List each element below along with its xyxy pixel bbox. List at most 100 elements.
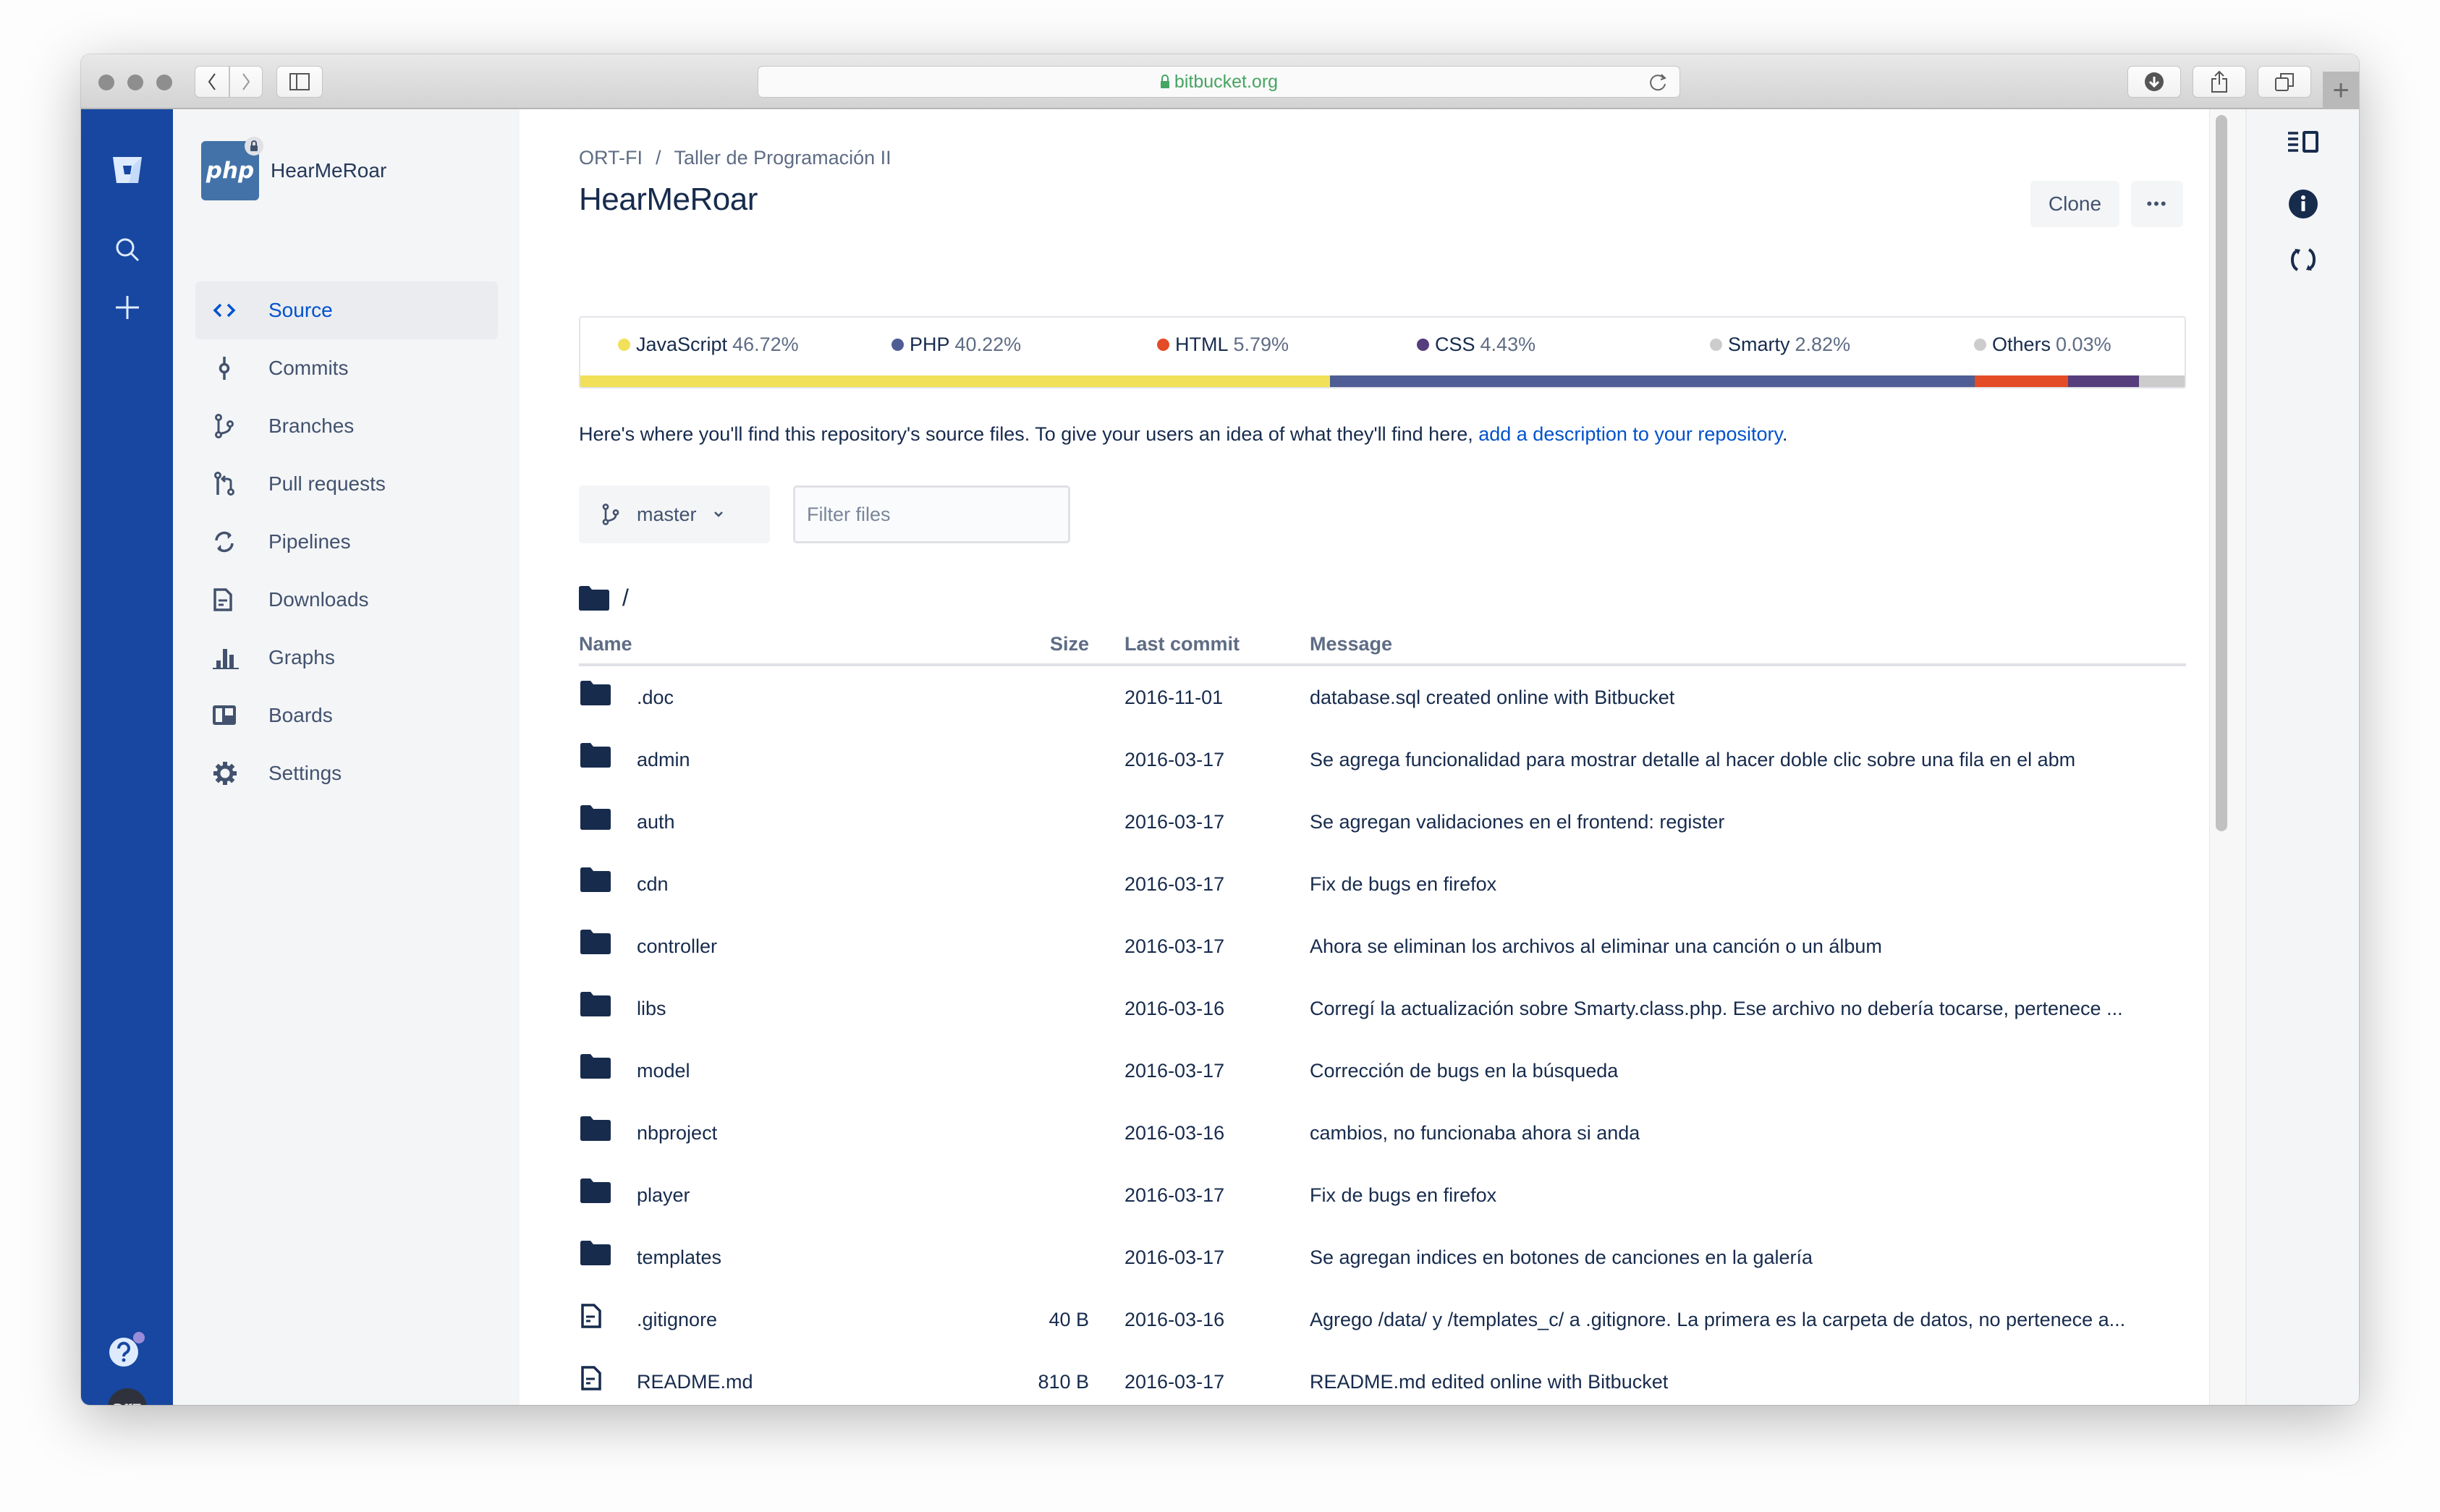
commit-message[interactable]: database.sql created online with Bitbuck… [1310,687,1674,709]
description-text: Here's where you'll find this repository… [579,423,1479,445]
sidebar-toggle-button[interactable] [276,66,323,98]
folder-icon [580,1178,611,1208]
file-name[interactable]: templates [637,1246,721,1269]
column-name[interactable]: Name [579,633,632,655]
table-row[interactable]: nbproject 2016-03-16 cambios, no funcionab… [579,1102,2186,1164]
scrollbar-thumb[interactable] [2216,115,2227,831]
language-bar-segment [2138,375,2185,387]
file-name[interactable]: player [637,1184,690,1207]
file-name[interactable]: README.md [637,1371,753,1393]
close-window-button[interactable] [98,75,114,90]
column-size[interactable]: Size [1050,633,1089,655]
sidebar-item-settings[interactable]: Settings [195,744,498,802]
add-description-link[interactable]: add a description to your repository [1478,423,1782,445]
commit-message[interactable]: Fix de bugs en firefox [1310,1184,1496,1207]
share-button[interactable] [2193,66,2246,98]
file-name[interactable]: .gitignore [637,1309,717,1331]
file-name[interactable]: admin [637,749,690,771]
table-row[interactable]: libs 2016-03-16 Corregí la actualización s… [579,977,2186,1040]
file-name[interactable]: nbproject [637,1122,717,1144]
table-row[interactable]: admin 2016-03-17 Se agrega funcionalidad p… [579,729,2186,791]
folder-icon [580,930,611,959]
pipelines-icon [213,530,259,553]
reload-icon[interactable] [1649,72,1668,93]
sync-button[interactable] [2247,247,2359,273]
bitbucket-logo-icon [112,157,142,183]
help-button[interactable] [81,1330,173,1367]
commit-message[interactable]: Corregí la actualización sobre Smarty.cl… [1310,998,2123,1020]
sidebar-item-label: Source [268,299,333,321]
table-row[interactable]: cdn 2016-03-17 Fix de bugs en firefox [579,853,2186,915]
sidebar-item-downloads[interactable]: Downloads [195,571,498,629]
table-row[interactable]: .doc 2016-11-01 database.sql created onlin… [579,666,2186,729]
language-bar-segment [2184,375,2185,387]
last-commit-date: 2016-03-16 [1124,998,1225,1019]
commit-message[interactable]: Ahora se eliminan los archivos al elimin… [1310,935,1882,958]
more-actions-button[interactable]: ••• [2131,181,2183,227]
breadcrumb-workspace[interactable]: ORT-FI [579,147,643,169]
vertical-scrollbar[interactable] [2209,109,2245,1405]
branch-selector[interactable]: master [579,485,770,543]
sidebar-item-pull-requests[interactable]: Pull requests [195,455,498,513]
file-name[interactable]: libs [637,998,666,1020]
file-icon [580,1303,602,1334]
search-button[interactable] [81,237,173,263]
commit-message[interactable]: Corrección de bugs en la búsqueda [1310,1060,1618,1082]
page-title: HearMeRoar [579,182,758,217]
new-tab-button[interactable]: + [2323,72,2359,109]
folder-icon [580,867,611,897]
commit-message[interactable]: Se agrega funcionalidad para mostrar det… [1310,749,2075,771]
branch-icon [213,414,259,438]
column-message[interactable]: Message [1310,633,1392,655]
profile-button[interactable]: arz [81,1388,173,1405]
minimize-window-button[interactable] [127,75,143,90]
file-name[interactable]: model [637,1060,690,1082]
file-size: 40 B [1049,1309,1089,1330]
gear-icon [213,761,259,786]
repo-header[interactable]: php HearMeRoar [201,137,386,200]
sidebar-item-boards[interactable]: Boards [195,687,498,744]
commit-message[interactable]: cambios, no funcionaba ahora si anda [1310,1122,1640,1144]
table-row[interactable]: player 2016-03-17 Fix de bugs en firefox [579,1164,2186,1226]
table-row[interactable]: .gitignore 40 B 2016-03-16 Agrego /data/ y … [579,1288,2186,1351]
search-icon [116,238,139,262]
file-name[interactable]: auth [637,811,675,833]
forward-button[interactable] [229,66,263,98]
commit-message[interactable]: Fix de bugs en firefox [1310,873,1496,896]
table-row[interactable]: auth 2016-03-17 Se agregan validaciones en… [579,791,2186,853]
language-color-dot [891,339,904,351]
sidebar-item-label: Boards [268,704,333,726]
filter-files-input[interactable] [793,485,1070,543]
sidebar-item-commits[interactable]: Commits [195,339,498,397]
file-name[interactable]: controller [637,935,717,958]
breadcrumb-project[interactable]: Taller de Programación II [674,147,891,169]
column-last-commit[interactable]: Last commit [1124,633,1240,655]
commit-message[interactable]: README.md edited online with Bitbucket [1310,1371,1668,1393]
table-row[interactable]: controller 2016-03-17 Ahora se eliminan lo… [579,915,2186,977]
table-row[interactable]: README.md 810 B 2016-03-17 README.md edited… [579,1351,2186,1405]
sidebar-item-source[interactable]: Source [195,281,498,339]
downloads-button[interactable] [2127,66,2181,98]
description-suffix: . [1782,423,1788,445]
address-bar[interactable]: bitbucket.org [758,66,1680,98]
repo-info-button[interactable] [2247,189,2359,219]
sidebar-item-graphs[interactable]: Graphs [195,629,498,687]
commit-message[interactable]: Se agregan validaciones en el frontend: … [1310,811,1724,833]
bitbucket-logo[interactable] [81,154,173,186]
table-row[interactable]: templates 2016-03-17 Se agregan indices en… [579,1226,2186,1288]
zoom-window-button[interactable] [156,75,172,90]
create-button[interactable] [81,294,173,320]
table-row[interactable]: model 2016-03-17 Corrección de bugs en la … [579,1040,2186,1102]
file-name[interactable]: .doc [637,687,674,709]
last-commit-date: 2016-03-17 [1124,749,1225,770]
file-name[interactable]: cdn [637,873,669,896]
sidebar-item-branches[interactable]: Branches [195,397,498,455]
toggle-sidebar-button[interactable] [2247,131,2359,153]
folder-icon [580,1116,611,1146]
commit-message[interactable]: Agrego /data/ y /templates_c/ a .gitigno… [1310,1309,2125,1331]
commit-message[interactable]: Se agregan indices en botones de cancion… [1310,1246,1813,1269]
sidebar-item-pipelines[interactable]: Pipelines [195,513,498,571]
tabs-overview-button[interactable] [2258,66,2311,98]
clone-button[interactable]: Clone [2030,181,2119,227]
back-button[interactable] [195,66,229,98]
